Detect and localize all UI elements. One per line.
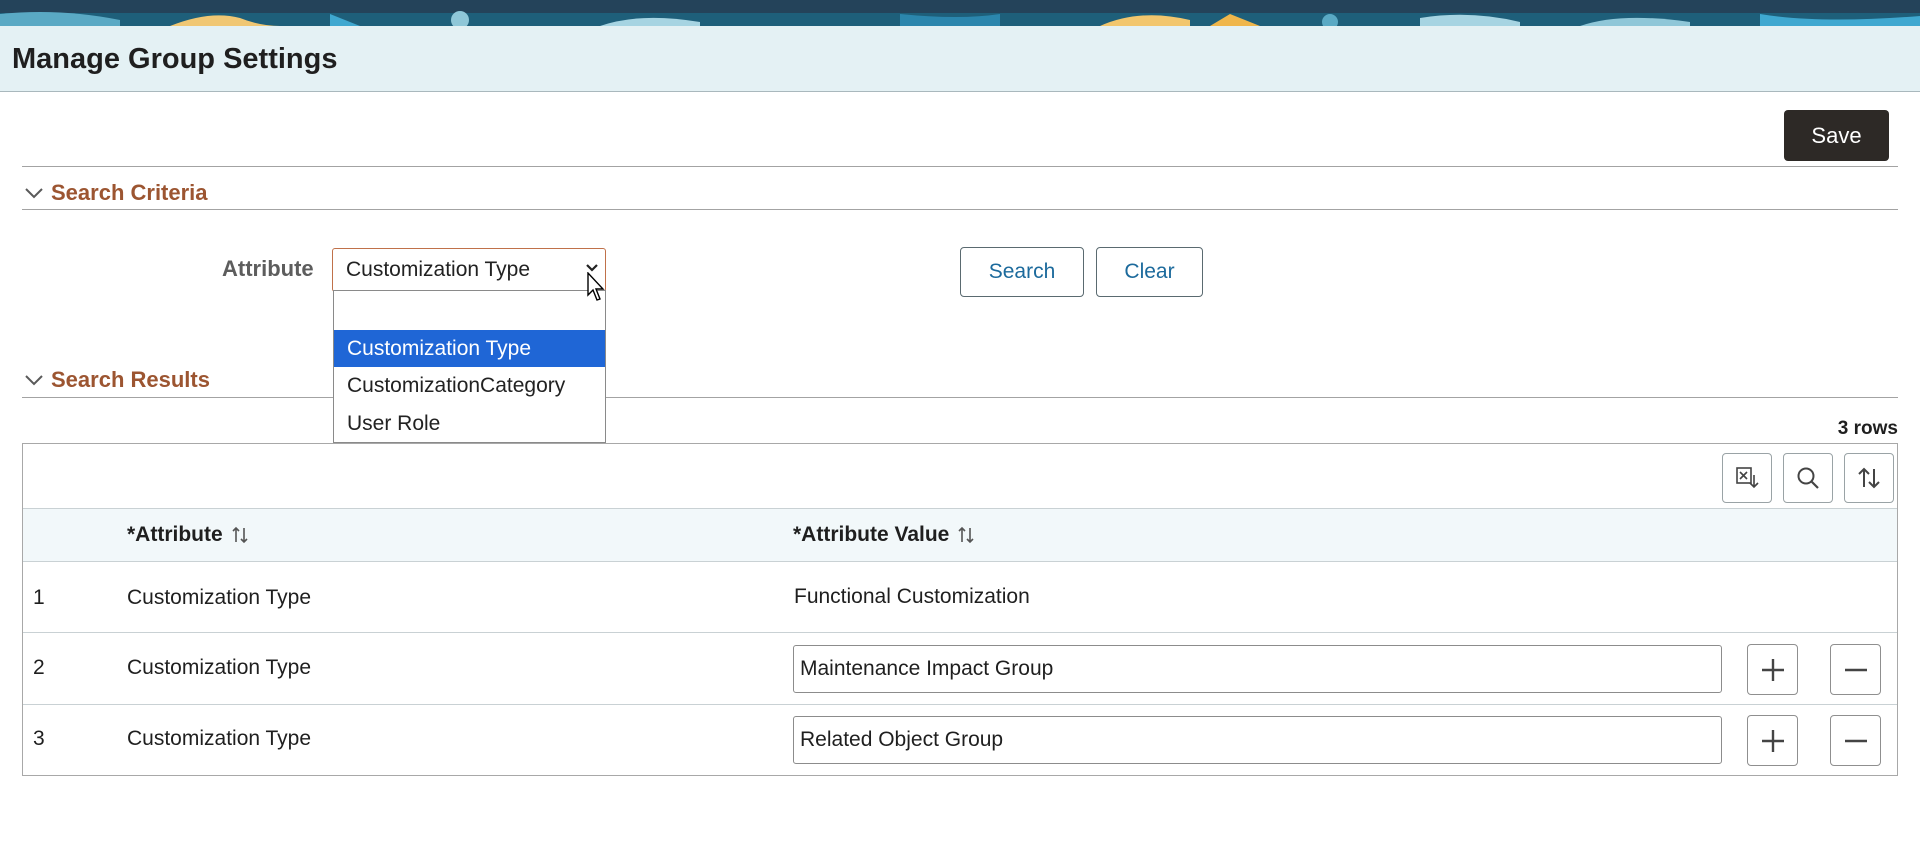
dropdown-option-user-role[interactable]: User Role <box>334 405 605 442</box>
sort-icon <box>958 526 974 544</box>
excel-export-icon <box>1736 467 1759 489</box>
divider <box>22 209 1898 210</box>
search-criteria-toggle[interactable]: Search Criteria <box>25 180 208 206</box>
dropdown-option-blank[interactable] <box>334 291 605 328</box>
chevron-down-icon <box>25 375 43 386</box>
attribute-label: Attribute <box>222 256 314 281</box>
attribute-cell: Customization Type <box>127 727 312 750</box>
row-number: 3 <box>33 727 45 750</box>
find-button[interactable] <box>1783 453 1833 503</box>
sort-button[interactable] <box>1844 453 1894 503</box>
table-row: 2 Customization Type <box>23 634 1897 705</box>
chevron-down-icon <box>25 188 43 199</box>
dropdown-option-customization-category[interactable]: CustomizationCategory <box>334 367 605 404</box>
attribute-value-input[interactable] <box>793 716 1722 764</box>
attribute-value-input[interactable] <box>793 645 1722 693</box>
attribute-cell: Customization Type <box>127 586 312 609</box>
divider <box>22 397 1898 398</box>
clear-button[interactable]: Clear <box>1096 247 1203 297</box>
divider <box>22 166 1898 167</box>
results-grid: *Attribute *Attribute Value 1 Customizat… <box>22 443 1898 776</box>
grid-header: *Attribute *Attribute Value <box>23 508 1897 562</box>
dropdown-option-customization-type[interactable]: Customization Type <box>334 330 605 367</box>
row-count: 3 rows <box>1837 418 1898 439</box>
attribute-select[interactable]: Customization Type <box>332 248 606 292</box>
sort-icon <box>1858 467 1880 489</box>
attribute-cell: Customization Type <box>127 656 312 679</box>
export-excel-button[interactable] <box>1722 453 1772 503</box>
attribute-dropdown-list: Customization Type CustomizationCategory… <box>333 290 606 443</box>
search-results-title: Search Results <box>51 367 210 392</box>
delete-row-button[interactable] <box>1830 644 1881 695</box>
plus-icon <box>1761 729 1784 752</box>
column-header-label: *Attribute Value <box>793 523 950 546</box>
mouse-cursor-icon <box>587 272 605 301</box>
attribute-value-cell: Functional Customization <box>794 585 1030 608</box>
page-title: Manage Group Settings <box>12 43 338 75</box>
column-header-attribute[interactable]: *Attribute <box>127 523 249 547</box>
add-row-button[interactable] <box>1747 644 1798 695</box>
minus-icon <box>1844 739 1867 742</box>
delete-row-button[interactable] <box>1830 715 1881 766</box>
row-number: 1 <box>33 586 45 609</box>
attribute-select-value: Customization Type <box>346 258 531 281</box>
column-header-label: *Attribute <box>127 523 223 546</box>
table-row: 1 Customization Type Functional Customiz… <box>23 562 1897 633</box>
search-icon <box>1797 467 1819 489</box>
sort-icon <box>232 526 248 544</box>
decorative-banner <box>0 0 1920 26</box>
add-row-button[interactable] <box>1747 715 1798 766</box>
plus-icon <box>1761 658 1784 681</box>
table-row: 3 Customization Type <box>23 706 1897 776</box>
save-button[interactable]: Save <box>1784 110 1889 161</box>
search-criteria-title: Search Criteria <box>51 180 208 205</box>
search-results-toggle[interactable]: Search Results <box>25 367 210 393</box>
column-header-attribute-value[interactable]: *Attribute Value <box>793 523 975 547</box>
page-header: Manage Group Settings <box>0 26 1920 92</box>
search-button[interactable]: Search <box>960 247 1084 297</box>
minus-icon <box>1844 668 1867 671</box>
row-number: 2 <box>33 656 45 679</box>
